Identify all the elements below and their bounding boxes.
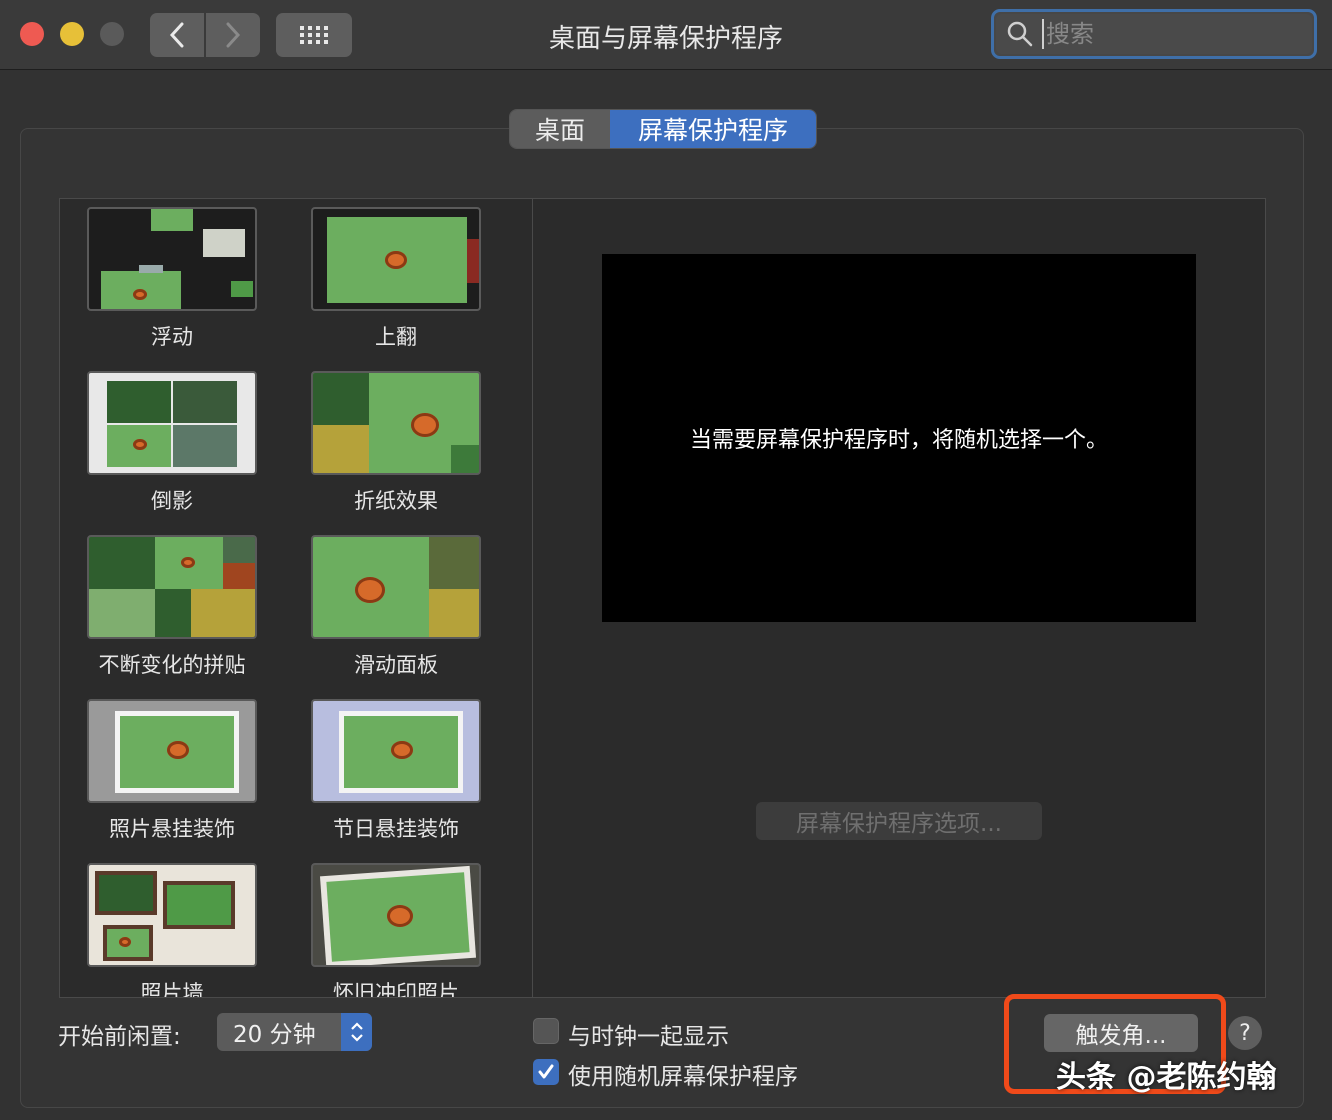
idle-time-select[interactable]: 20 分钟 — [217, 1013, 372, 1051]
screen-saver-label: 折纸效果 — [354, 489, 438, 513]
screen-saver-thumbnail — [311, 863, 481, 967]
tab-screen-saver[interactable]: 屏幕保护程序 — [610, 110, 816, 148]
use-random-saver-label: 使用随机屏幕保护程序 — [568, 1064, 798, 1090]
screen-saver-options-button: 屏幕保护程序选项... — [756, 802, 1042, 840]
screen-saver-item-photo-wall[interactable]: 照片墙 — [72, 863, 272, 998]
screen-saver-list[interactable]: 浮动 上翻 倒影 折纸效果 不断变化的拼贴 滑动面板 照片悬挂装饰 节日悬挂装饰… — [59, 198, 533, 998]
zoom-window-button — [100, 22, 124, 46]
idle-label: 开始前闲置: — [58, 1024, 181, 1050]
screen-saver-item-reflections[interactable]: 倒影 — [72, 371, 272, 515]
show-all-button[interactable] — [276, 13, 352, 57]
screen-saver-thumbnail — [311, 699, 481, 803]
chevron-right-icon — [226, 22, 241, 48]
screen-saver-item-photo-mobile[interactable]: 照片悬挂装饰 — [72, 699, 272, 843]
screen-saver-item-floating[interactable]: 浮动 — [72, 207, 272, 351]
screen-saver-item-flip-up[interactable]: 上翻 — [296, 207, 496, 351]
screen-saver-label: 浮动 — [151, 325, 193, 349]
show-with-clock-checkbox[interactable] — [533, 1018, 559, 1044]
screen-saver-label: 滑动面板 — [354, 653, 438, 677]
screen-saver-thumbnail — [87, 207, 257, 311]
screen-saver-item-shifting-tiles[interactable]: 不断变化的拼贴 — [72, 535, 272, 679]
screen-saver-label: 倒影 — [151, 489, 193, 513]
minimize-window-button[interactable] — [60, 22, 84, 46]
grid-icon — [300, 26, 328, 44]
screen-saver-preview: 当需要屏幕保护程序时，将随机选择一个。 — [602, 254, 1196, 622]
screen-saver-label: 不断变化的拼贴 — [98, 653, 246, 677]
screen-saver-thumbnail — [311, 535, 481, 639]
idle-time-stepper[interactable] — [341, 1013, 372, 1051]
preview-message: 当需要屏幕保护程序时，将随机选择一个。 — [689, 428, 1108, 453]
checkmark-icon — [538, 1064, 554, 1079]
screen-saver-item-vintage-prints[interactable]: 怀旧冲印照片 — [296, 863, 496, 998]
forward-button[interactable] — [206, 13, 260, 57]
screen-saver-item-sliding-panels[interactable]: 滑动面板 — [296, 535, 496, 679]
search-field[interactable] — [991, 9, 1317, 59]
screen-saver-item-holiday-mobile[interactable]: 节日悬挂装饰 — [296, 699, 496, 843]
screen-saver-thumbnail — [87, 371, 257, 475]
search-input[interactable] — [1042, 19, 1292, 49]
up-down-chevron-icon — [350, 1022, 363, 1042]
idle-time-value: 20 分钟 — [233, 1022, 316, 1048]
screen-saver-label: 上翻 — [375, 325, 417, 349]
search-icon — [1007, 21, 1033, 47]
close-window-button[interactable] — [20, 22, 44, 46]
screen-saver-thumbnail — [87, 699, 257, 803]
watermark: 头条 @老陈约翰 — [1056, 1060, 1277, 1095]
tab-desktop[interactable]: 桌面 — [510, 110, 610, 148]
screen-saver-thumbnail — [87, 535, 257, 639]
screen-saver-thumbnail — [87, 863, 257, 967]
screen-saver-item-origami[interactable]: 折纸效果 — [296, 371, 496, 515]
use-random-saver-checkbox[interactable] — [533, 1059, 559, 1085]
back-button[interactable] — [150, 13, 204, 57]
screen-saver-label: 节日悬挂装饰 — [333, 817, 459, 841]
show-with-clock-label: 与时钟一起显示 — [568, 1024, 729, 1050]
navigation-buttons — [150, 13, 260, 57]
screen-saver-label: 照片悬挂装饰 — [109, 817, 235, 841]
screen-saver-label: 怀旧冲印照片 — [333, 981, 459, 998]
help-button[interactable]: ? — [1228, 1016, 1262, 1050]
screen-saver-thumbnail — [311, 371, 481, 475]
screen-saver-label: 照片墙 — [140, 981, 204, 998]
title-bar: 桌面与屏幕保护程序 — [0, 0, 1332, 70]
chevron-left-icon — [169, 22, 184, 48]
screen-saver-thumbnail — [311, 207, 481, 311]
tab-bar: 桌面 屏幕保护程序 — [510, 110, 816, 148]
